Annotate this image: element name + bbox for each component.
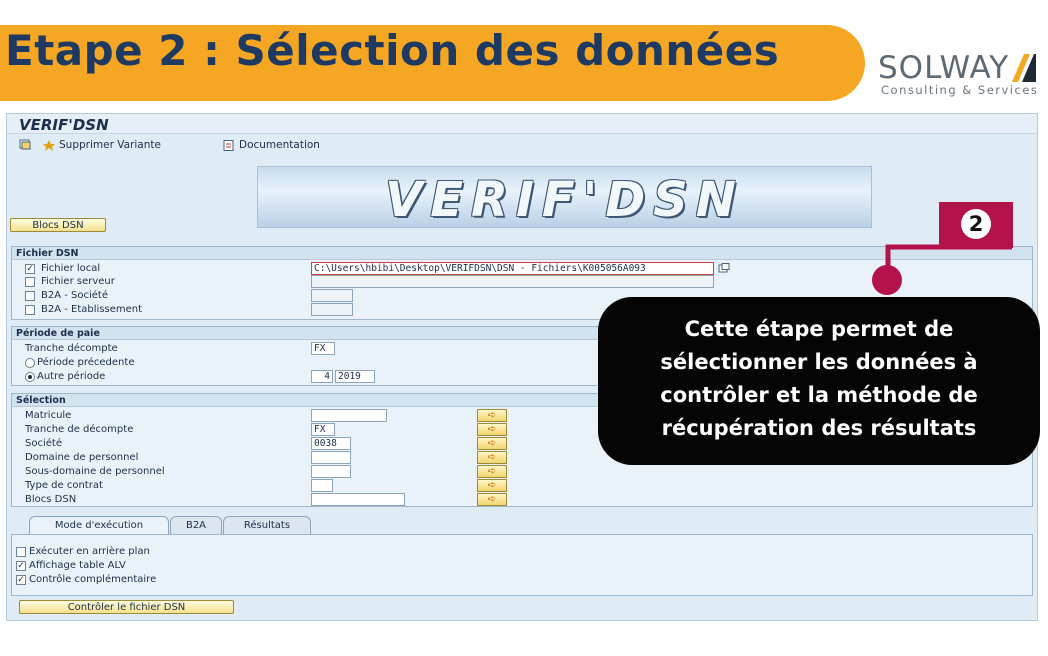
blocs-dsn-label: Blocs DSN <box>25 494 77 505</box>
logo-subtitle: Consulting & Services <box>881 83 1039 97</box>
tranche-decompte-label: Tranche de décompte <box>25 424 134 435</box>
window-title: VERIF'DSN <box>19 116 109 134</box>
callout-line-1: Cette étape permet de <box>684 317 954 341</box>
window-titlebar <box>7 114 1037 134</box>
documentation-label: Documentation <box>239 139 320 151</box>
solway-logo: SOLWAY Consulting & Services <box>878 50 1043 100</box>
blocs-dsn-multiselect-button[interactable]: ➪ <box>477 493 507 506</box>
type-contrat-row: Type de contrat ➪ <box>12 479 1032 492</box>
type-contrat-multiselect-button[interactable]: ➪ <box>477 479 507 492</box>
b2a-societe-checkbox[interactable] <box>25 291 35 301</box>
sous-domaine-row: Sous-domaine de personnel ➪ <box>12 465 1032 478</box>
controle-row: ✓ Contrôle complémentaire <box>12 573 1032 586</box>
type-contrat-input[interactable] <box>311 479 333 492</box>
autre-periode-label: Autre période <box>37 371 106 382</box>
fichier-local-checkbox[interactable]: ✓ <box>25 264 35 274</box>
background-label: Exécuter en arrière plan <box>29 546 150 557</box>
delete-variant-button[interactable]: Supprimer Variante <box>43 139 161 151</box>
societe-input[interactable]: 0038 <box>311 437 351 450</box>
alv-row: ✓ Affichage table ALV <box>12 559 1032 572</box>
sous-domaine-multiselect-button[interactable]: ➪ <box>477 465 507 478</box>
hero-text: VERIF'DSN <box>385 172 744 228</box>
documentation-icon <box>223 139 234 151</box>
tab-mode-execution[interactable]: Mode d'exécution <box>29 516 169 534</box>
variant-icon <box>19 139 31 150</box>
matricule-input[interactable] <box>311 409 387 422</box>
month-input[interactable]: 4 <box>311 370 333 383</box>
type-contrat-label: Type de contrat <box>25 480 103 491</box>
tranche-label: Tranche décompte <box>25 343 118 354</box>
documentation-button[interactable]: Documentation <box>223 139 320 151</box>
periode-precedente-label: Période précedente <box>37 357 135 368</box>
domaine-input[interactable] <box>311 451 351 464</box>
tranche-decompte-multiselect-button[interactable]: ➪ <box>477 423 507 436</box>
b2a-etablissement-checkbox[interactable] <box>25 305 35 315</box>
save-variant-button[interactable] <box>19 139 31 150</box>
fichier-local-label: Fichier local <box>41 263 101 274</box>
b2a-societe-input[interactable] <box>311 289 353 302</box>
alv-checkbox[interactable]: ✓ <box>16 561 26 571</box>
verif-dsn-banner-image: VERIF'DSN <box>257 166 872 228</box>
blocs-dsn-row: Blocs DSN ➪ <box>12 493 1032 506</box>
b2a-societe-label: B2A - Société <box>41 290 108 301</box>
background-row: Exécuter en arrière plan <box>12 545 1032 558</box>
execution-tab-panel: Exécuter en arrière plan ✓ Affichage tab… <box>11 534 1033 596</box>
domaine-label: Domaine de personnel <box>25 452 139 463</box>
sous-domaine-label: Sous-domaine de personnel <box>25 466 165 477</box>
alv-label: Affichage table ALV <box>29 560 126 571</box>
delete-variant-label: Supprimer Variante <box>59 139 161 151</box>
logo-mark-icon <box>1012 54 1036 82</box>
background-checkbox[interactable] <box>16 547 26 557</box>
tranche-decompte-input[interactable]: FX <box>311 423 335 436</box>
callout-pin-icon <box>872 265 902 295</box>
tab-resultats[interactable]: Résultats <box>223 516 311 534</box>
slide: { "banner": { "title": "Etape 2 : Sélect… <box>0 0 1048 656</box>
step-number: 2 <box>961 209 991 239</box>
blocs-dsn-button[interactable]: Blocs DSN <box>10 218 106 232</box>
logo-word: SOLWAY <box>878 50 1010 86</box>
tranche-input[interactable]: FX <box>311 342 335 355</box>
periode-precedente-radio[interactable] <box>25 358 35 368</box>
controle-label: Contrôle complémentaire <box>29 574 157 585</box>
year-input[interactable]: 2019 <box>335 370 375 383</box>
domaine-multiselect-button[interactable]: ➪ <box>477 451 507 464</box>
matricule-multiselect-button[interactable]: ➪ <box>477 409 507 422</box>
fichier-serveur-checkbox[interactable] <box>25 277 35 287</box>
b2a-etablissement-label: B2A - Etablissement <box>41 304 143 315</box>
callout-line-3: contrôler et la méthode de <box>660 383 978 407</box>
file-path-input[interactable]: C:\Users\hbibi\Desktop\VERIFDSN\DSN - Fi… <box>311 262 714 275</box>
callout-line-4: récupération des résultats <box>661 416 977 440</box>
societe-multiselect-button[interactable]: ➪ <box>477 437 507 450</box>
controle-checkbox[interactable]: ✓ <box>16 575 26 585</box>
matricule-label: Matricule <box>25 410 72 421</box>
callout-line-2: sélectionner les données à <box>660 350 978 374</box>
run-check-button[interactable]: Contrôler le fichier DSN <box>19 600 234 614</box>
fichier-serveur-label: Fichier serveur <box>41 276 115 287</box>
variant-delete-icon <box>43 139 55 151</box>
sous-domaine-input[interactable] <box>311 465 351 478</box>
slide-title: Etape 2 : Sélection des données <box>5 26 780 75</box>
societe-label: Société <box>25 438 62 449</box>
file-browse-icon[interactable] <box>718 263 730 274</box>
blocs-dsn-input[interactable] <box>311 493 405 506</box>
callout-text: Cette étape permet de sélectionner les d… <box>598 313 1040 445</box>
autre-periode-radio[interactable] <box>25 372 35 382</box>
server-path-input[interactable] <box>311 275 714 288</box>
b2a-etablissement-input[interactable] <box>311 303 353 316</box>
tab-b2a[interactable]: B2A <box>170 516 222 534</box>
callout-box: Cette étape permet de sélectionner les d… <box>598 297 1040 465</box>
